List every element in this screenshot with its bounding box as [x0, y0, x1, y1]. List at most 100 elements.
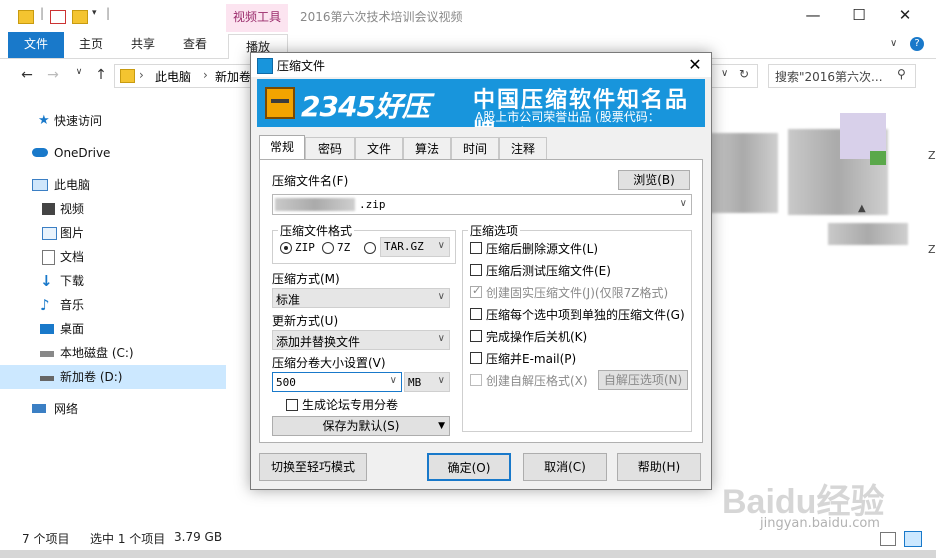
option-delete-source-checkbox[interactable] — [470, 242, 482, 254]
banner-subtitle: A股上市公司荣誉出品 (股票代码：002195) — [475, 110, 660, 127]
desktop-icon — [40, 324, 54, 334]
file-thumbnail[interactable] — [828, 223, 908, 245]
method-label: 压缩方式(M) — [272, 272, 340, 286]
tab-view[interactable]: 查看 — [174, 32, 216, 58]
search-box[interactable]: 搜索"2016第六次... ⚲ — [768, 64, 916, 88]
up-icon[interactable]: ↑ — [92, 67, 110, 83]
format-other-select[interactable]: TAR.GZ ∨ — [380, 237, 450, 257]
minimize-button[interactable]: — — [790, 4, 836, 28]
close-button[interactable]: ✕ — [882, 4, 928, 28]
nav-item-label: 图片 — [60, 226, 85, 240]
tab-home[interactable]: 主页 — [70, 32, 112, 58]
option-email-checkbox[interactable] — [470, 352, 482, 364]
dialog-titlebar[interactable]: 压缩文件 ✕ — [251, 53, 711, 77]
folder-icon — [120, 69, 135, 83]
switch-light-mode-button[interactable]: 切换至轻巧模式 — [259, 453, 367, 481]
method-select[interactable]: 标准 ∨ — [272, 288, 450, 308]
nav-item-downloads[interactable]: ↓ 下载 — [0, 269, 226, 293]
compress-dialog: 压缩文件 ✕ 2345好压 中国压缩软件知名品牌 A股上市公司荣誉出品 (股票代… — [250, 52, 712, 490]
tab-file[interactable]: 文件 — [8, 32, 64, 58]
file-thumbnail[interactable] — [840, 113, 886, 165]
tab-files[interactable]: 文件 — [355, 137, 403, 160]
quick-access-dropdown-icon[interactable]: ▾ — [92, 8, 97, 18]
download-icon: ↓ — [40, 272, 53, 290]
path-segment[interactable]: 此电脑 — [155, 68, 191, 85]
nav-item-drive-d[interactable]: 新加卷 (D:) — [0, 365, 226, 389]
path-separator: › — [139, 68, 144, 82]
recent-dropdown-icon[interactable]: ∨ — [70, 67, 88, 83]
dialog-close-button[interactable]: ✕ — [679, 53, 711, 77]
chevron-down-icon[interactable]: ∨ — [390, 375, 397, 386]
chevron-down-icon[interactable]: ▼ — [438, 417, 445, 435]
properties-icon[interactable] — [50, 10, 66, 24]
ok-button[interactable]: 确定(O) — [427, 453, 511, 481]
refresh-icon[interactable]: ↻ — [739, 67, 749, 81]
nav-item-label: 快速访问 — [54, 114, 103, 128]
nav-item-label: OneDrive — [54, 146, 111, 160]
nav-item-documents[interactable]: 文档 — [0, 245, 226, 269]
new-folder-icon[interactable] — [72, 10, 88, 24]
banner-logo: 2345好压 — [301, 90, 430, 123]
folder-icon[interactable] — [18, 10, 34, 24]
file-label: Z — [928, 243, 936, 256]
nav-item-quick-access[interactable]: ★ 快速访问 — [0, 109, 226, 133]
back-icon[interactable]: ← — [18, 67, 36, 83]
tab-password[interactable]: 密码 — [305, 137, 355, 160]
option-shutdown-checkbox[interactable] — [470, 330, 482, 342]
address-dropdown-icon[interactable]: ∨ — [721, 68, 728, 79]
nav-item-onedrive[interactable]: OneDrive — [0, 141, 226, 165]
status-selected: 选中 1 个项目 — [90, 532, 166, 546]
option-test-archive-checkbox[interactable] — [470, 264, 482, 276]
save-default-button[interactable]: 保存为默认(S) ▼ — [272, 416, 450, 436]
tab-share[interactable]: 共享 — [122, 32, 164, 58]
format-targz-radio[interactable] — [364, 242, 376, 254]
archive-name-input[interactable]: .zip ∨ — [272, 194, 692, 215]
tab-time[interactable]: 时间 — [451, 137, 499, 160]
details-view-icon[interactable] — [880, 532, 896, 546]
nav-item-music[interactable]: ♪ 音乐 — [0, 293, 226, 317]
nav-item-pictures[interactable]: 图片 — [0, 221, 226, 245]
format-7z-label: 7Z — [337, 241, 351, 254]
path-segment[interactable]: 新加卷 — [215, 68, 251, 85]
forum-split-checkbox[interactable] — [286, 399, 298, 411]
help-button[interactable]: 帮助(H) — [617, 453, 701, 481]
file-label: ▲ — [858, 203, 866, 214]
cancel-button[interactable]: 取消(C) — [523, 453, 607, 481]
search-placeholder: 搜索"2016第六次... — [775, 70, 883, 84]
nav-item-label: 本地磁盘 (C:) — [60, 346, 134, 360]
help-icon[interactable]: ? — [910, 37, 924, 51]
search-icon[interactable]: ⚲ — [897, 67, 906, 81]
tab-algorithm[interactable]: 算法 — [403, 137, 451, 160]
update-select[interactable]: 添加并替换文件 ∨ — [272, 330, 450, 350]
taskbar-edge — [0, 550, 936, 558]
ribbon-expand-icon[interactable]: ∨ — [890, 38, 897, 49]
forward-icon[interactable]: → — [44, 67, 62, 83]
tab-general[interactable]: 常规 — [259, 135, 305, 161]
general-tab-panel: 压缩文件名(F) 浏览(B) .zip ∨ 压缩文件格式 ZIP 7Z TAR.… — [259, 159, 703, 443]
large-icons-view-icon[interactable] — [904, 531, 922, 547]
drive-icon — [40, 351, 54, 357]
nav-item-videos[interactable]: 视频 — [0, 197, 226, 221]
tab-comment[interactable]: 注释 — [499, 137, 547, 160]
app-icon — [257, 58, 273, 74]
nav-item-desktop[interactable]: 桌面 — [0, 317, 226, 341]
thumbnail-color-block — [870, 151, 886, 165]
nav-item-label: 新加卷 (D:) — [60, 370, 123, 384]
nav-item-this-pc[interactable]: 此电脑 — [0, 173, 226, 197]
update-value: 添加并替换文件 — [276, 335, 361, 349]
split-unit-select[interactable]: MB ∨ — [404, 372, 450, 392]
maximize-button[interactable]: ☐ — [836, 4, 882, 28]
file-label: Z — [928, 149, 936, 162]
format-zip-radio[interactable] — [280, 242, 292, 254]
option-separate-archives-checkbox[interactable] — [470, 308, 482, 320]
navigation-pane: ★ 快速访问 OneDrive 此电脑 视频 图片 文档 ↓ 下载 ♪ 音乐 桌… — [0, 93, 228, 523]
status-size: 3.79 GB — [174, 530, 223, 544]
split-unit-value: MB — [408, 376, 422, 389]
split-size-input[interactable]: 500 ∨ — [272, 372, 402, 392]
nav-item-network[interactable]: 网络 — [0, 397, 226, 421]
chevron-down-icon[interactable]: ∨ — [680, 198, 687, 209]
browse-button[interactable]: 浏览(B) — [618, 170, 690, 190]
file-thumbnail[interactable] — [708, 133, 778, 213]
format-7z-radio[interactable] — [322, 242, 334, 254]
nav-item-drive-c[interactable]: 本地磁盘 (C:) — [0, 341, 226, 365]
